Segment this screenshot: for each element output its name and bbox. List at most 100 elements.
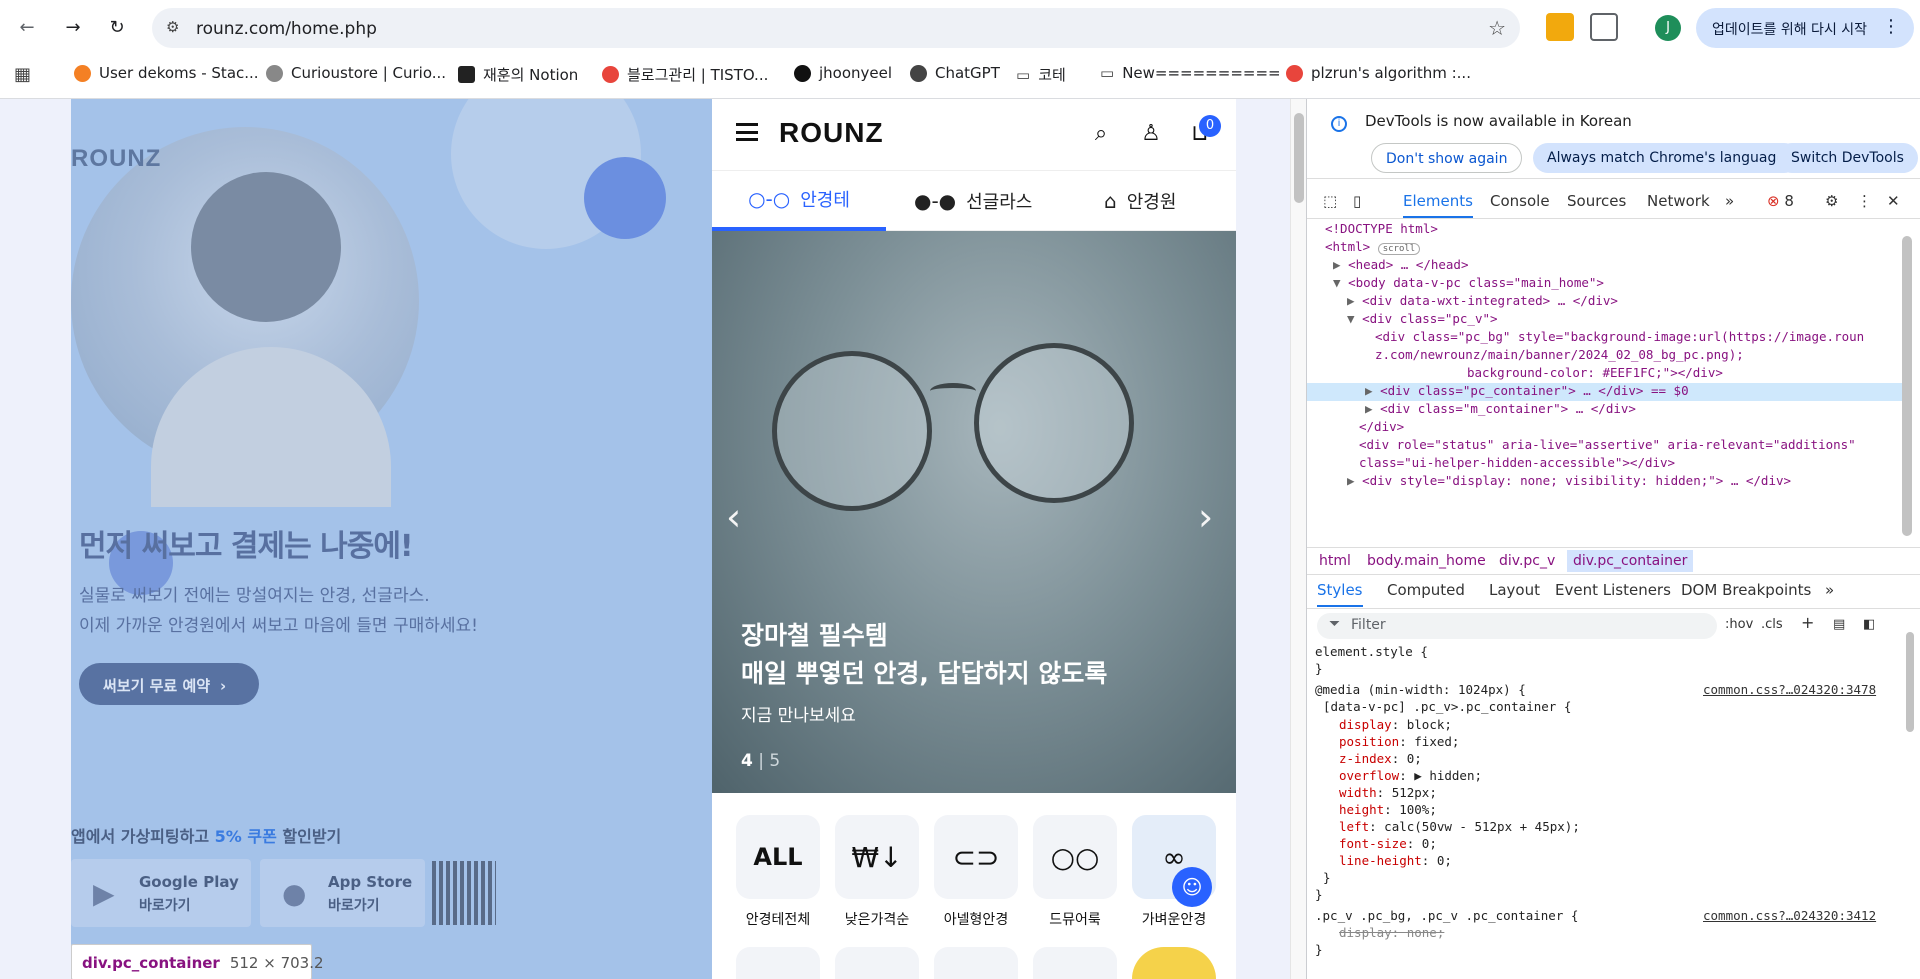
add-rule-icon[interactable]: + bbox=[1801, 613, 1814, 632]
tab-sunglasses[interactable]: ●-● 선글라스 bbox=[914, 171, 1032, 231]
dont-show-again-button[interactable]: Don't show again bbox=[1371, 143, 1523, 173]
bookmark-item[interactable]: 블로그관리 | TISTO... bbox=[602, 64, 768, 85]
rule-selector[interactable]: [data-v-pc] .pc_v>.pc_container { bbox=[1323, 699, 1571, 714]
bookmark-item[interactable]: ChatGPT bbox=[910, 64, 1000, 82]
css-property[interactable]: z-index: 0; bbox=[1339, 751, 1422, 766]
always-match-language-button[interactable]: Always match Chrome's language bbox=[1533, 143, 1799, 173]
close-devtools-icon[interactable]: ✕ bbox=[1887, 192, 1900, 210]
back-icon[interactable]: ← bbox=[12, 12, 42, 42]
hover-state-toggle[interactable]: :hov bbox=[1725, 617, 1753, 632]
hamburger-menu-icon[interactable] bbox=[736, 123, 758, 141]
css-property[interactable]: line-height: 0; bbox=[1339, 853, 1452, 868]
profile-avatar[interactable]: J bbox=[1655, 15, 1681, 41]
search-icon[interactable]: ⌕ bbox=[1087, 121, 1115, 149]
tab-sources[interactable]: Sources bbox=[1567, 192, 1626, 210]
tab-console[interactable]: Console bbox=[1490, 192, 1550, 210]
settings-gear-icon[interactable]: ⚙ bbox=[1825, 192, 1838, 210]
devtools-kebab-icon[interactable]: ⋮ bbox=[1857, 192, 1872, 210]
update-restart-button[interactable]: 업데이트를 위해 다시 시작 ⋮ bbox=[1696, 8, 1914, 48]
tab-layout[interactable]: Layout bbox=[1489, 581, 1540, 599]
styles-filter-input[interactable]: ⏷ Filter bbox=[1317, 613, 1717, 639]
page-scrollbar[interactable] bbox=[1290, 99, 1306, 979]
tab-eyeglasses[interactable]: ○-○ 안경테 bbox=[712, 171, 886, 231]
google-play-button[interactable]: ▶ Google Play 바로가기 bbox=[71, 859, 251, 927]
dom-line[interactable]: <div class="pc_bg" style="background-ima… bbox=[1375, 329, 1920, 347]
category-demure[interactable]: ○○ 드뮤어룩 bbox=[1033, 815, 1117, 929]
breadcrumb-item[interactable]: html bbox=[1319, 553, 1351, 569]
css-property[interactable]: left: calc(50vw - 512px + 45px); bbox=[1339, 819, 1580, 834]
tab-styles[interactable]: Styles bbox=[1317, 581, 1363, 607]
rule-source-link[interactable]: common.css?…024320:3412 bbox=[1703, 908, 1876, 923]
dom-line[interactable]: <!DOCTYPE html> bbox=[1325, 221, 1920, 239]
category-item-partial[interactable] bbox=[1132, 947, 1216, 979]
more-subtabs-icon[interactable]: » bbox=[1825, 581, 1834, 599]
tab-computed[interactable]: Computed bbox=[1387, 581, 1465, 599]
extensions-puzzle-icon[interactable] bbox=[1590, 13, 1618, 41]
rule-source-link[interactable]: common.css?…024320:3478 bbox=[1703, 682, 1876, 697]
dom-line[interactable]: ▼ <div class="pc_v"> bbox=[1347, 311, 1920, 329]
devtools-dom-scrollbar[interactable] bbox=[1902, 236, 1912, 536]
devtools-styles-scrollbar[interactable] bbox=[1906, 632, 1914, 732]
bookmark-item[interactable]: Curioustore | Curio... bbox=[266, 64, 446, 82]
bookmark-folder[interactable]: ▭ New========== bbox=[1100, 64, 1281, 82]
mobile-logo[interactable]: ROUNZ bbox=[779, 117, 884, 149]
dom-line[interactable]: class="ui-helper-hidden-accessible"></di… bbox=[1359, 455, 1920, 473]
bookmark-item[interactable]: jhoonyeel bbox=[794, 64, 892, 82]
rule-selector[interactable]: .pc_v .pc_bg, .pc_v .pc_container { bbox=[1315, 908, 1578, 923]
css-property-overridden[interactable]: display: none; bbox=[1339, 925, 1444, 940]
css-property[interactable]: width: 512px; bbox=[1339, 785, 1437, 800]
dom-line[interactable]: ▼ <body data-v-pc class="main_home"> bbox=[1333, 275, 1920, 293]
breadcrumb-item-selected[interactable]: div.pc_container bbox=[1567, 550, 1694, 572]
tab-event-listeners[interactable]: Event Listeners bbox=[1555, 581, 1671, 599]
breadcrumb-item[interactable]: body.main_home bbox=[1367, 553, 1486, 569]
dom-line[interactable]: ▶ <head> … </head> bbox=[1333, 257, 1920, 275]
hero-banner-carousel[interactable]: ‹ › 장마철 필수템 매일 뿌옇던 안경, 답답하지 않도록 지금 만나보세요… bbox=[712, 231, 1236, 793]
device-toolbar-icon[interactable]: ▯ bbox=[1353, 192, 1361, 210]
dom-line[interactable]: background-color: #EEF1FC;"></div> bbox=[1467, 365, 1920, 383]
url-text[interactable]: rounz.com/home.php bbox=[196, 19, 377, 39]
category-item-partial[interactable] bbox=[835, 947, 919, 979]
category-item-partial[interactable] bbox=[1033, 947, 1117, 979]
dom-line[interactable]: ▶ <div style="display: none; visibility:… bbox=[1347, 473, 1920, 491]
dom-line[interactable]: ▶ <div class="m_container"> … </div> bbox=[1365, 401, 1920, 419]
css-property[interactable]: display: block; bbox=[1339, 717, 1452, 732]
breadcrumb-item[interactable]: div.pc_v bbox=[1499, 553, 1555, 569]
dom-line[interactable]: z.com/newrounz/main/banner/2024_02_08_bg… bbox=[1375, 347, 1920, 365]
category-anel[interactable]: ⊂⊃ 아넬형안경 bbox=[934, 815, 1018, 929]
tab-elements[interactable]: Elements bbox=[1403, 192, 1473, 218]
bookmark-star-icon[interactable]: ☆ bbox=[1488, 16, 1506, 40]
apps-grid-icon[interactable]: ▦ bbox=[14, 64, 31, 85]
css-property[interactable]: font-size: 0; bbox=[1339, 836, 1437, 851]
inspect-element-icon[interactable]: ⬚ bbox=[1323, 192, 1337, 210]
forward-icon[interactable]: → bbox=[58, 12, 88, 42]
try-free-reservation-button[interactable]: 써보기 무료 예약 › bbox=[79, 663, 259, 705]
dom-line[interactable]: <html> scroll bbox=[1325, 239, 1920, 257]
address-bar[interactable]: ⚙ rounz.com/home.php ☆ bbox=[152, 8, 1520, 48]
switch-devtools-button[interactable]: Switch DevTools bbox=[1777, 143, 1918, 173]
reload-icon[interactable]: ↻ bbox=[102, 12, 132, 42]
bookmark-item[interactable]: 재훈의 Notion bbox=[458, 64, 578, 85]
bookmark-item[interactable]: User dekoms - Stac... bbox=[74, 64, 259, 82]
element-style-selector[interactable]: element.style { bbox=[1315, 644, 1428, 659]
category-item-partial[interactable] bbox=[736, 947, 820, 979]
category-low-price[interactable]: ₩↓ 낮은가격순 bbox=[835, 815, 919, 929]
class-toggle[interactable]: .cls bbox=[1761, 617, 1783, 632]
carousel-prev-icon[interactable]: ‹ bbox=[726, 495, 741, 539]
more-tabs-icon[interactable]: » bbox=[1725, 192, 1734, 210]
user-icon[interactable]: ♙ bbox=[1137, 121, 1165, 149]
dom-line[interactable]: ▶ <div data-wxt-integrated> … </div> bbox=[1347, 293, 1920, 311]
dom-line[interactable]: <div role="status" aria-live="assertive"… bbox=[1359, 437, 1920, 455]
category-item-partial[interactable] bbox=[934, 947, 1018, 979]
extension-n-icon[interactable] bbox=[1546, 13, 1574, 41]
category-all[interactable]: ALL 안경테전체 bbox=[736, 815, 820, 929]
scrollbar-thumb[interactable] bbox=[1294, 113, 1304, 203]
tab-optical-store[interactable]: ⌂ 안경원 bbox=[1104, 171, 1176, 231]
tab-network[interactable]: Network bbox=[1647, 192, 1710, 210]
bookmark-folder[interactable]: ▭ 코테 bbox=[1016, 64, 1066, 85]
app-store-button[interactable]: ● App Store 바로가기 bbox=[260, 859, 425, 927]
css-property[interactable]: height: 100%; bbox=[1339, 802, 1437, 817]
paint-icon[interactable]: ▤ bbox=[1833, 617, 1845, 632]
dom-line-selected[interactable]: ▶ <div class="pc_container"> … </div> ==… bbox=[1307, 383, 1907, 401]
tab-dom-breakpoints[interactable]: DOM Breakpoints bbox=[1681, 581, 1811, 599]
carousel-next-icon[interactable]: › bbox=[1198, 495, 1213, 539]
